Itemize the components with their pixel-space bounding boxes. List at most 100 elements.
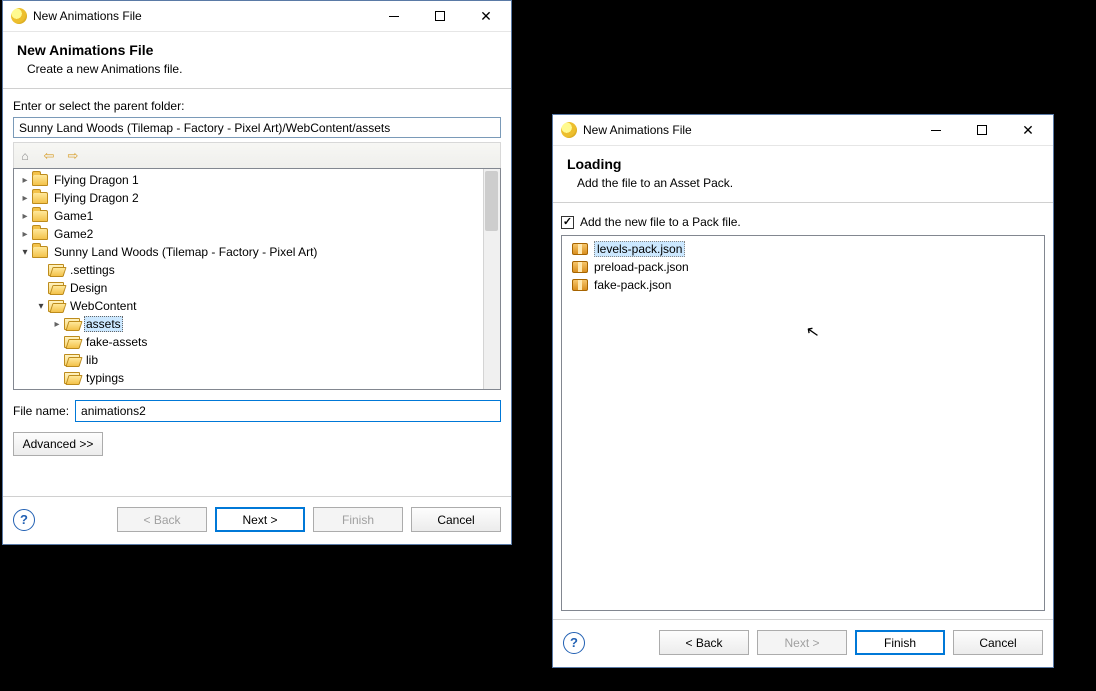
back-nav-button[interactable]: ⇦ [38, 146, 60, 166]
folder-icon [64, 354, 80, 366]
next-button: Next > [757, 630, 847, 655]
cancel-button[interactable]: Cancel [411, 507, 501, 532]
forward-nav-button[interactable]: ⇨ [62, 146, 84, 166]
tree-node[interactable]: Game1 [14, 207, 483, 225]
finish-button: Finish [313, 507, 403, 532]
wizard-footer: ? < Back Next > Finish Cancel [3, 496, 511, 544]
tree-node[interactable]: lib [14, 351, 483, 369]
tree-node[interactable]: typings [14, 369, 483, 387]
parent-folder-label: Enter or select the parent folder: [13, 99, 501, 113]
add-to-pack-label: Add the new file to a Pack file. [580, 215, 741, 229]
scroll-thumb[interactable] [485, 171, 498, 231]
expand-arrow-icon[interactable] [18, 211, 32, 222]
filename-label: File name: [13, 404, 69, 418]
scrollbar[interactable] [483, 169, 500, 389]
expand-arrow-icon[interactable] [50, 319, 64, 330]
tree-node[interactable]: assets [14, 315, 483, 333]
tree-node[interactable]: fake-assets [14, 333, 483, 351]
expand-arrow-icon[interactable] [18, 193, 32, 204]
home-icon: ⌂ [21, 149, 28, 163]
wizard-dialog-page2: New Animations File ✕ Loading Add the fi… [552, 114, 1054, 668]
minimize-button[interactable] [371, 1, 417, 32]
pack-file-item[interactable]: levels-pack.json [564, 240, 1042, 258]
project-icon [32, 210, 48, 222]
wizard-footer: ? < Back Next > Finish Cancel [553, 619, 1053, 667]
tree-toolbar: ⌂ ⇦ ⇨ [13, 142, 501, 168]
project-icon [32, 228, 48, 240]
tree-node-label: typings [84, 371, 126, 385]
window-title: New Animations File [583, 123, 913, 137]
folder-icon [64, 372, 80, 384]
tree-node-label: Sunny Land Woods (Tilemap - Factory - Pi… [52, 245, 319, 259]
tree-node-label: Flying Dragon 2 [52, 191, 141, 205]
next-button[interactable]: Next > [215, 507, 305, 532]
close-button[interactable]: ✕ [1005, 115, 1051, 146]
pack-file-label: levels-pack.json [594, 241, 685, 257]
pack-file-label: fake-pack.json [594, 278, 671, 292]
pack-file-item[interactable]: preload-pack.json [564, 258, 1042, 276]
window-title: New Animations File [33, 9, 371, 23]
tree-node-label: .settings [68, 263, 117, 277]
pack-file-list[interactable]: levels-pack.json preload-pack.json fake-pa… [561, 235, 1045, 611]
cursor-icon: ↖ [804, 321, 821, 343]
titlebar[interactable]: New Animations File ✕ [553, 115, 1053, 146]
tree-node-label: Flying Dragon 1 [52, 173, 141, 187]
wizard-dialog-page1: New Animations File ✕ New Animations Fil… [2, 0, 512, 545]
checkbox-icon[interactable] [561, 216, 574, 229]
expand-arrow-icon[interactable] [18, 229, 32, 240]
advanced-button[interactable]: Advanced >> [13, 432, 103, 456]
folder-icon [64, 336, 80, 348]
package-icon [572, 261, 588, 273]
close-button[interactable]: ✕ [463, 1, 509, 32]
pack-file-label: preload-pack.json [594, 260, 689, 274]
maximize-button[interactable] [959, 115, 1005, 146]
wizard-title: New Animations File [17, 42, 497, 58]
help-icon: ? [20, 512, 28, 527]
project-icon [32, 246, 48, 258]
tree-node[interactable]: WebContent [14, 297, 483, 315]
tree-node-label: assets [84, 316, 123, 332]
add-to-pack-checkbox-row[interactable]: Add the new file to a Pack file. [553, 209, 1053, 235]
tree-node-label: WebContent [68, 299, 139, 313]
wizard-content: Add the new file to a Pack file. levels-… [553, 203, 1053, 619]
expand-arrow-icon[interactable] [18, 247, 32, 258]
titlebar[interactable]: New Animations File ✕ [3, 1, 511, 32]
expand-arrow-icon[interactable] [34, 301, 48, 312]
folder-icon [64, 318, 80, 330]
help-button[interactable]: ? [563, 632, 585, 654]
back-button: < Back [117, 507, 207, 532]
back-button[interactable]: < Back [659, 630, 749, 655]
tree-node-label: lib [84, 353, 100, 367]
wizard-content: Enter or select the parent folder: ⌂ ⇦ ⇨… [3, 89, 511, 496]
wizard-subtitle: Create a new Animations file. [27, 62, 497, 76]
parent-folder-input[interactable] [13, 117, 501, 138]
finish-button[interactable]: Finish [855, 630, 945, 655]
folder-icon [48, 264, 64, 276]
tree-node-label: fake-assets [84, 335, 149, 349]
pack-file-item[interactable]: fake-pack.json [564, 276, 1042, 294]
arrow-right-icon: ⇨ [68, 148, 79, 164]
filename-input[interactable] [75, 400, 501, 422]
maximize-button[interactable] [417, 1, 463, 32]
project-icon [32, 174, 48, 186]
folder-tree[interactable]: Flying Dragon 1 Flying Dragon 2 Game1 Game2… [13, 168, 501, 390]
tree-node[interactable]: Sunny Land Woods (Tilemap - Factory - Pi… [14, 243, 483, 261]
wizard-header: Loading Add the file to an Asset Pack. [553, 146, 1053, 203]
tree-node[interactable]: Flying Dragon 1 [14, 171, 483, 189]
wizard-title: Loading [567, 156, 1039, 172]
tree-node[interactable]: .settings [14, 261, 483, 279]
home-button[interactable]: ⌂ [14, 146, 36, 166]
wizard-header: New Animations File Create a new Animati… [3, 32, 511, 89]
folder-icon [48, 300, 64, 312]
help-button[interactable]: ? [13, 509, 35, 531]
tree-node[interactable]: Game2 [14, 225, 483, 243]
folder-icon [48, 282, 64, 294]
expand-arrow-icon[interactable] [18, 175, 32, 186]
tree-node-label: Game2 [52, 227, 95, 241]
package-icon [572, 279, 588, 291]
tree-node-label: Design [68, 281, 109, 295]
tree-node[interactable]: Flying Dragon 2 [14, 189, 483, 207]
cancel-button[interactable]: Cancel [953, 630, 1043, 655]
minimize-button[interactable] [913, 115, 959, 146]
tree-node[interactable]: Design [14, 279, 483, 297]
